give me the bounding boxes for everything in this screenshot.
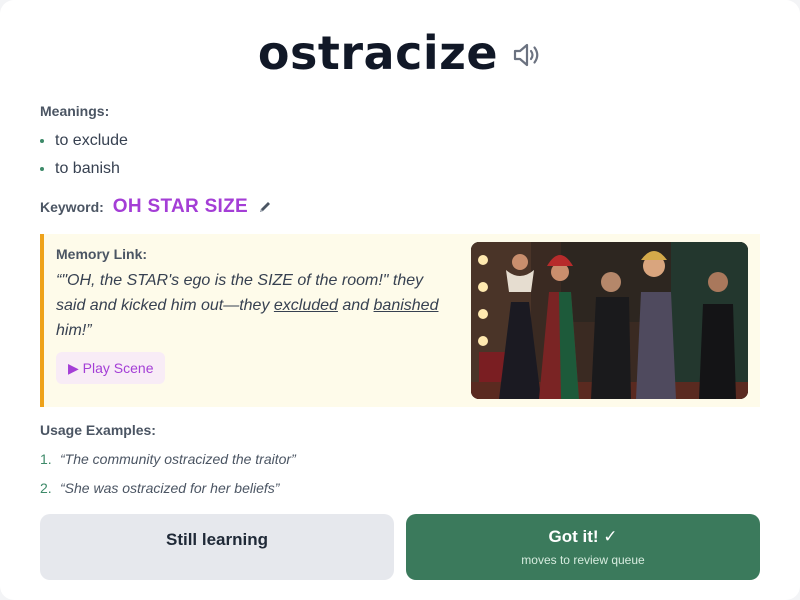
meaning-item: to banish xyxy=(40,160,120,178)
usage-text: “She was ostracized for her beliefs” xyxy=(60,480,280,496)
pencil-icon[interactable] xyxy=(258,200,272,214)
usage-examples-label: Usage Examples: xyxy=(40,422,156,438)
bullet-icon xyxy=(40,167,44,171)
usage-example: 2. “She was ostracized for her beliefs” xyxy=(40,480,279,496)
usage-text: “The community ostracized the traitor” xyxy=(60,451,296,467)
got-it-sublabel: moves to review queue xyxy=(521,553,645,567)
usage-number: 1. xyxy=(40,451,52,467)
speaker-icon[interactable] xyxy=(512,42,542,68)
keyword-label: Keyword: xyxy=(40,199,104,215)
meanings-label: Meanings: xyxy=(40,103,110,119)
meaning-item: to exclude xyxy=(40,132,128,150)
play-scene-button[interactable]: ▶ Play Scene xyxy=(56,352,166,384)
got-it-button[interactable]: Got it! ✓ moves to review queue xyxy=(406,514,760,580)
keyword-value: OH STAR SIZE xyxy=(112,196,248,217)
word-title: ostracize xyxy=(257,26,499,80)
usage-number: 2. xyxy=(40,480,52,496)
bullet-icon xyxy=(40,139,44,143)
usage-example: 1. “The community ostracized the traitor… xyxy=(40,451,296,467)
memory-text-part: and xyxy=(337,297,374,314)
keyword-row: Keyword: OH STAR SIZE xyxy=(40,196,272,218)
still-learning-label: Still learning xyxy=(165,530,269,549)
flashcard: ostracize Meanings: to exclude to banish… xyxy=(0,0,800,600)
got-it-label: Got it! ✓ xyxy=(548,527,618,546)
memory-text-underlined: excluded xyxy=(273,297,338,314)
memory-text-underlined: banished xyxy=(373,297,439,314)
memory-link-label: Memory Link: xyxy=(56,246,148,262)
still-learning-button[interactable]: Still learning xyxy=(40,514,394,580)
memory-link-box: Memory Link: “"OH, the STAR's ego is the… xyxy=(40,234,760,407)
meaning-text: to exclude xyxy=(55,132,128,149)
scene-image xyxy=(471,242,748,399)
memory-link-text: “"OH, the STAR's ego is the SIZE of the … xyxy=(56,268,451,343)
memory-text-part: him!” xyxy=(56,322,92,339)
word-header: ostracize xyxy=(0,26,800,80)
meaning-text: to banish xyxy=(55,160,120,177)
